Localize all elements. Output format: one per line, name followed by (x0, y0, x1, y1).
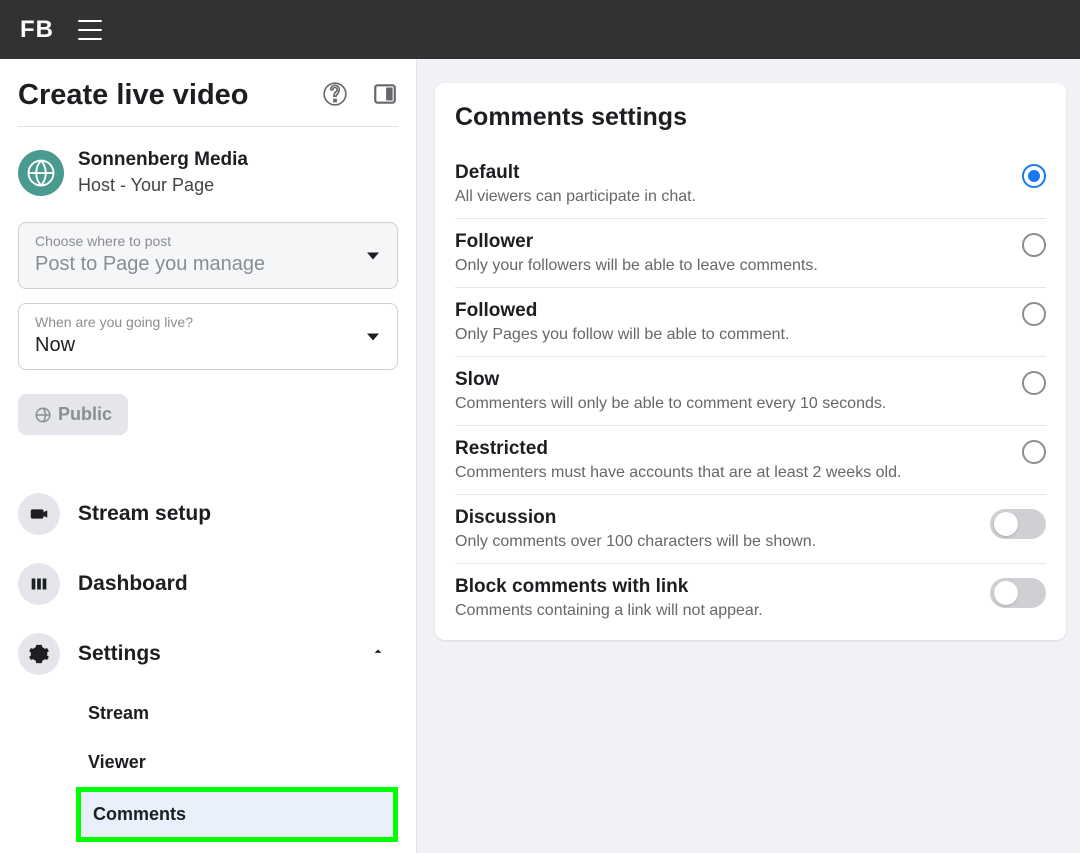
select-value: Now (35, 334, 381, 357)
radio-button[interactable] (1022, 302, 1046, 326)
option-desc: Comments containing a link will not appe… (455, 602, 970, 620)
option-title: Restricted (455, 438, 1002, 460)
option-title: Followed (455, 300, 1002, 322)
panel-icon[interactable] (372, 81, 398, 112)
option-title: Follower (455, 231, 1002, 253)
option-row: Restricted Commenters must have accounts … (455, 426, 1046, 495)
sub-nav-label: Comments (81, 792, 393, 837)
main-content: Comments settings Default All viewers can… (417, 59, 1080, 853)
chevron-down-icon (367, 252, 379, 259)
option-row: Block comments with link Comments contain… (455, 564, 1046, 632)
card-title: Comments settings (455, 103, 1046, 132)
divider (18, 126, 398, 127)
host-subtitle: Host - Your Page (78, 175, 248, 196)
help-icon[interactable] (322, 81, 348, 112)
option-row: Follower Only your followers will be able… (455, 219, 1046, 288)
avatar (18, 150, 64, 196)
gear-icon (18, 633, 60, 675)
option-row: Discussion Only comments over 100 charact… (455, 495, 1046, 564)
nav-dashboard[interactable]: Dashboard (18, 549, 398, 619)
option-desc: Only your followers will be able to leav… (455, 257, 1002, 275)
option-title: Block comments with link (455, 576, 970, 598)
page-title: Create live video (18, 79, 249, 112)
chevron-down-icon (367, 333, 379, 340)
comments-settings-card: Comments settings Default All viewers can… (435, 83, 1066, 640)
sub-nav-comments[interactable]: Comments (76, 787, 398, 842)
nav-label: Stream setup (78, 502, 211, 526)
nav-label: Settings (78, 642, 161, 666)
option-row: Slow Commenters will only be able to comm… (455, 357, 1046, 426)
option-desc: Only comments over 100 characters will b… (455, 533, 970, 551)
privacy-label: Public (58, 404, 112, 425)
sidebar: Create live video Sonnenberg Media Host … (0, 59, 417, 853)
privacy-badge[interactable]: Public (18, 394, 128, 435)
bars-icon (18, 563, 60, 605)
host-row: Sonnenberg Media Host - Your Page (18, 149, 398, 196)
option-row: Followed Only Pages you follow will be ab… (455, 288, 1046, 357)
logo: FB (20, 16, 54, 44)
option-title: Default (455, 162, 1002, 184)
option-row: Default All viewers can participate in ch… (455, 150, 1046, 219)
sub-nav-stream[interactable]: Stream (76, 689, 398, 738)
radio-button[interactable] (1022, 233, 1046, 257)
option-desc: Commenters must have accounts that are a… (455, 464, 1002, 482)
option-desc: Commenters will only be able to comment … (455, 395, 1002, 413)
nav-stream-setup[interactable]: Stream setup (18, 479, 398, 549)
globe-icon (34, 406, 52, 424)
chevron-up-icon (370, 644, 386, 665)
toggle-switch[interactable] (990, 509, 1046, 539)
radio-button[interactable] (1022, 164, 1046, 188)
option-desc: All viewers can participate in chat. (455, 188, 1002, 206)
select-placeholder: Post to Page you manage (35, 253, 381, 276)
select-label: When are you going live? (35, 314, 381, 330)
sub-nav-live-tab[interactable]: Live tab (76, 842, 398, 853)
post-destination-select[interactable]: Choose where to post Post to Page you ma… (18, 222, 398, 289)
toggle-switch[interactable] (990, 578, 1046, 608)
option-title: Slow (455, 369, 1002, 391)
when-live-select[interactable]: When are you going live? Now (18, 303, 398, 370)
host-name: Sonnenberg Media (78, 149, 248, 171)
camera-icon (18, 493, 60, 535)
select-label: Choose where to post (35, 233, 381, 249)
radio-button[interactable] (1022, 371, 1046, 395)
sub-nav-viewer[interactable]: Viewer (76, 738, 398, 787)
option-title: Discussion (455, 507, 970, 529)
menu-icon[interactable] (78, 20, 102, 40)
radio-button[interactable] (1022, 440, 1046, 464)
nav-settings[interactable]: Settings (18, 619, 398, 689)
option-desc: Only Pages you follow will be able to co… (455, 326, 1002, 344)
nav-label: Dashboard (78, 572, 188, 596)
topbar: FB (0, 0, 1080, 59)
